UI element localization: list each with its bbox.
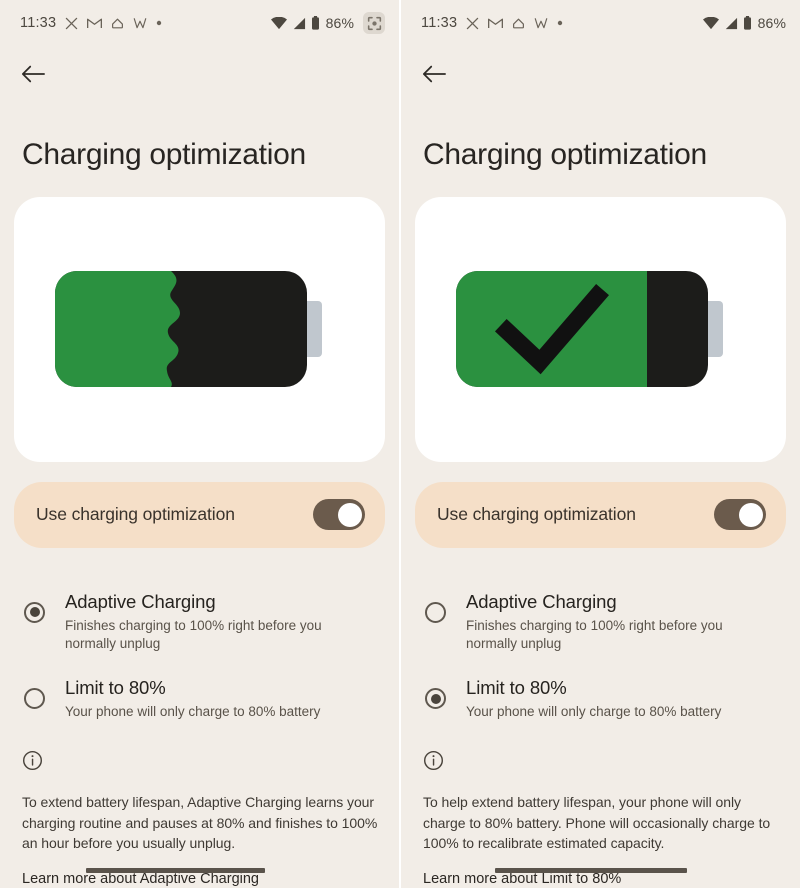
- learn-more-link[interactable]: Learn more about Adaptive Charging: [22, 868, 265, 888]
- wifi-icon: [702, 16, 719, 30]
- switch-knob: [738, 502, 763, 527]
- gmail-icon: [87, 17, 103, 29]
- link-highlight-bar: [495, 868, 688, 874]
- charging-optimization-switch[interactable]: [714, 499, 766, 530]
- status-bar-clock: 11:33: [20, 15, 57, 31]
- toggle-label: Use charging optimization: [36, 504, 235, 524]
- option-description: Your phone will only charge to 80% batte…: [65, 704, 321, 720]
- info-description: To extend battery lifespan, Adaptive Cha…: [22, 794, 378, 851]
- learn-more-label: Learn more about Adaptive Charging: [22, 871, 259, 888]
- screen-limit-to-80: 11:33 86% Charging optimization Use char…: [401, 0, 800, 888]
- option-description: Finishes charging to 100% right before y…: [65, 617, 322, 652]
- screen-adaptive-charging: 11:33 86% Charging optimization Use char…: [0, 0, 399, 888]
- charging-mode-option-list: Adaptive Charging Finishes charging to 1…: [0, 582, 399, 737]
- screenshot-capture-icon[interactable]: [363, 12, 385, 34]
- battery-percent-label: 86%: [325, 15, 354, 31]
- info-footer: To extend battery lifespan, Adaptive Cha…: [0, 736, 399, 888]
- option-title: Limit to 80%: [466, 677, 567, 699]
- link-highlight-bar: [86, 868, 265, 874]
- info-circle-icon: [423, 750, 782, 776]
- gmail-icon: [488, 17, 504, 29]
- illustration-card: [14, 196, 385, 462]
- option-limit-to-80[interactable]: Limit to 80% Your phone will only charge…: [12, 668, 383, 736]
- radio-dot: [29, 607, 40, 617]
- battery-icon: [743, 16, 752, 30]
- back-arrow-icon[interactable]: [419, 59, 449, 89]
- charging-mode-option-list: Adaptive Charging Finishes charging to 1…: [401, 582, 800, 737]
- dual-screenshot-comparison: 11:33 86% Charging optimization Use char…: [0, 0, 800, 888]
- cell-signal-icon: [724, 17, 738, 30]
- cell-signal-icon: [292, 17, 306, 30]
- option-description: Your phone will only charge to 80% batte…: [466, 704, 722, 720]
- x-icon: [466, 17, 479, 30]
- status-bar: 11:33 86%: [0, 0, 399, 46]
- use-charging-optimization-row[interactable]: Use charging optimization: [14, 481, 385, 548]
- use-charging-optimization-row[interactable]: Use charging optimization: [415, 481, 786, 548]
- option-title: Adaptive Charging: [466, 590, 617, 612]
- nest-home-icon: [512, 17, 525, 30]
- illustration-card: [415, 196, 786, 462]
- w-icon: [133, 17, 147, 29]
- radio-dot: [430, 693, 441, 704]
- switch-knob: [337, 502, 362, 527]
- info-description: To help extend battery lifespan, your ph…: [423, 794, 771, 851]
- radio-button-adaptive-charging[interactable]: [24, 601, 45, 623]
- option-limit-to-80[interactable]: Limit to 80% Your phone will only charge…: [413, 668, 784, 736]
- battery-icon: [311, 16, 320, 30]
- option-title: Limit to 80%: [65, 677, 166, 699]
- nest-home-icon: [111, 17, 124, 30]
- dot-icon: [156, 20, 162, 26]
- navigation-bar: [401, 46, 800, 102]
- info-circle-icon: [22, 750, 381, 776]
- charging-optimization-switch[interactable]: [313, 499, 365, 530]
- learn-more-label: Learn more about Limit to 80%: [423, 871, 622, 888]
- toggle-label: Use charging optimization: [437, 504, 636, 524]
- back-arrow-icon[interactable]: [18, 59, 48, 89]
- battery-80-check-illustration: [451, 254, 751, 404]
- dot-icon: [557, 20, 563, 26]
- status-bar-clock: 11:33: [421, 15, 458, 31]
- option-description: Finishes charging to 100% right before y…: [466, 617, 723, 652]
- page-title: Charging optimization: [22, 138, 306, 171]
- option-adaptive-charging[interactable]: Adaptive Charging Finishes charging to 1…: [12, 582, 383, 669]
- battery-partial-wavy-illustration: [50, 254, 350, 404]
- status-bar: 11:33 86%: [401, 0, 800, 46]
- radio-button-limit-to-80[interactable]: [425, 688, 446, 710]
- option-adaptive-charging[interactable]: Adaptive Charging Finishes charging to 1…: [413, 582, 784, 669]
- radio-button-limit-to-80[interactable]: [24, 688, 45, 710]
- info-footer: To help extend battery lifespan, your ph…: [401, 736, 800, 888]
- option-title: Adaptive Charging: [65, 590, 216, 612]
- x-icon: [65, 17, 78, 30]
- navigation-bar: [0, 46, 399, 102]
- radio-button-adaptive-charging[interactable]: [425, 601, 446, 623]
- learn-more-link[interactable]: Learn more about Limit to 80%: [423, 868, 688, 888]
- wifi-icon: [270, 16, 287, 30]
- w-icon: [534, 17, 548, 29]
- page-title: Charging optimization: [423, 138, 707, 171]
- battery-percent-label: 86%: [757, 15, 786, 31]
